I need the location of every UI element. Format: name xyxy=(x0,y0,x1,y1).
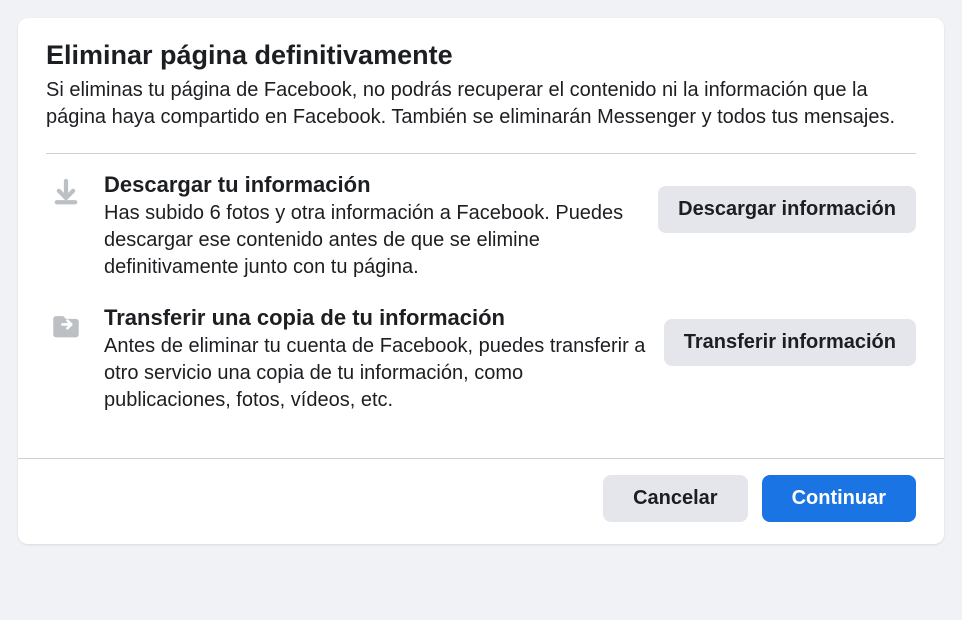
download-desc: Has subido 6 fotos y otra información a … xyxy=(104,200,640,281)
download-button[interactable]: Descargar información xyxy=(658,186,916,233)
cancel-button[interactable]: Cancelar xyxy=(603,475,748,522)
transfer-desc: Antes de eliminar tu cuenta de Facebook,… xyxy=(104,333,646,414)
divider xyxy=(46,153,916,154)
transfer-button[interactable]: Transferir información xyxy=(664,319,916,366)
download-title: Descargar tu información xyxy=(104,172,640,198)
download-action: Descargar información xyxy=(658,172,916,233)
transfer-text: Transferir una copia de tu información A… xyxy=(104,305,646,414)
transfer-icon xyxy=(46,305,86,343)
continue-button[interactable]: Continuar xyxy=(762,475,916,522)
dialog-title: Eliminar página definitivamente xyxy=(46,40,916,71)
dialog-description: Si eliminas tu página de Facebook, no po… xyxy=(46,77,916,131)
download-option: Descargar tu información Has subido 6 fo… xyxy=(46,172,916,281)
transfer-title: Transferir una copia de tu información xyxy=(104,305,646,331)
download-icon xyxy=(46,172,86,210)
transfer-action: Transferir información xyxy=(664,305,916,366)
dialog-footer: Cancelar Continuar xyxy=(18,458,944,544)
transfer-option: Transferir una copia de tu información A… xyxy=(46,305,916,414)
delete-page-dialog: Eliminar página definitivamente Si elimi… xyxy=(18,18,944,544)
download-text: Descargar tu información Has subido 6 fo… xyxy=(104,172,640,281)
dialog-body: Eliminar página definitivamente Si elimi… xyxy=(18,18,944,458)
